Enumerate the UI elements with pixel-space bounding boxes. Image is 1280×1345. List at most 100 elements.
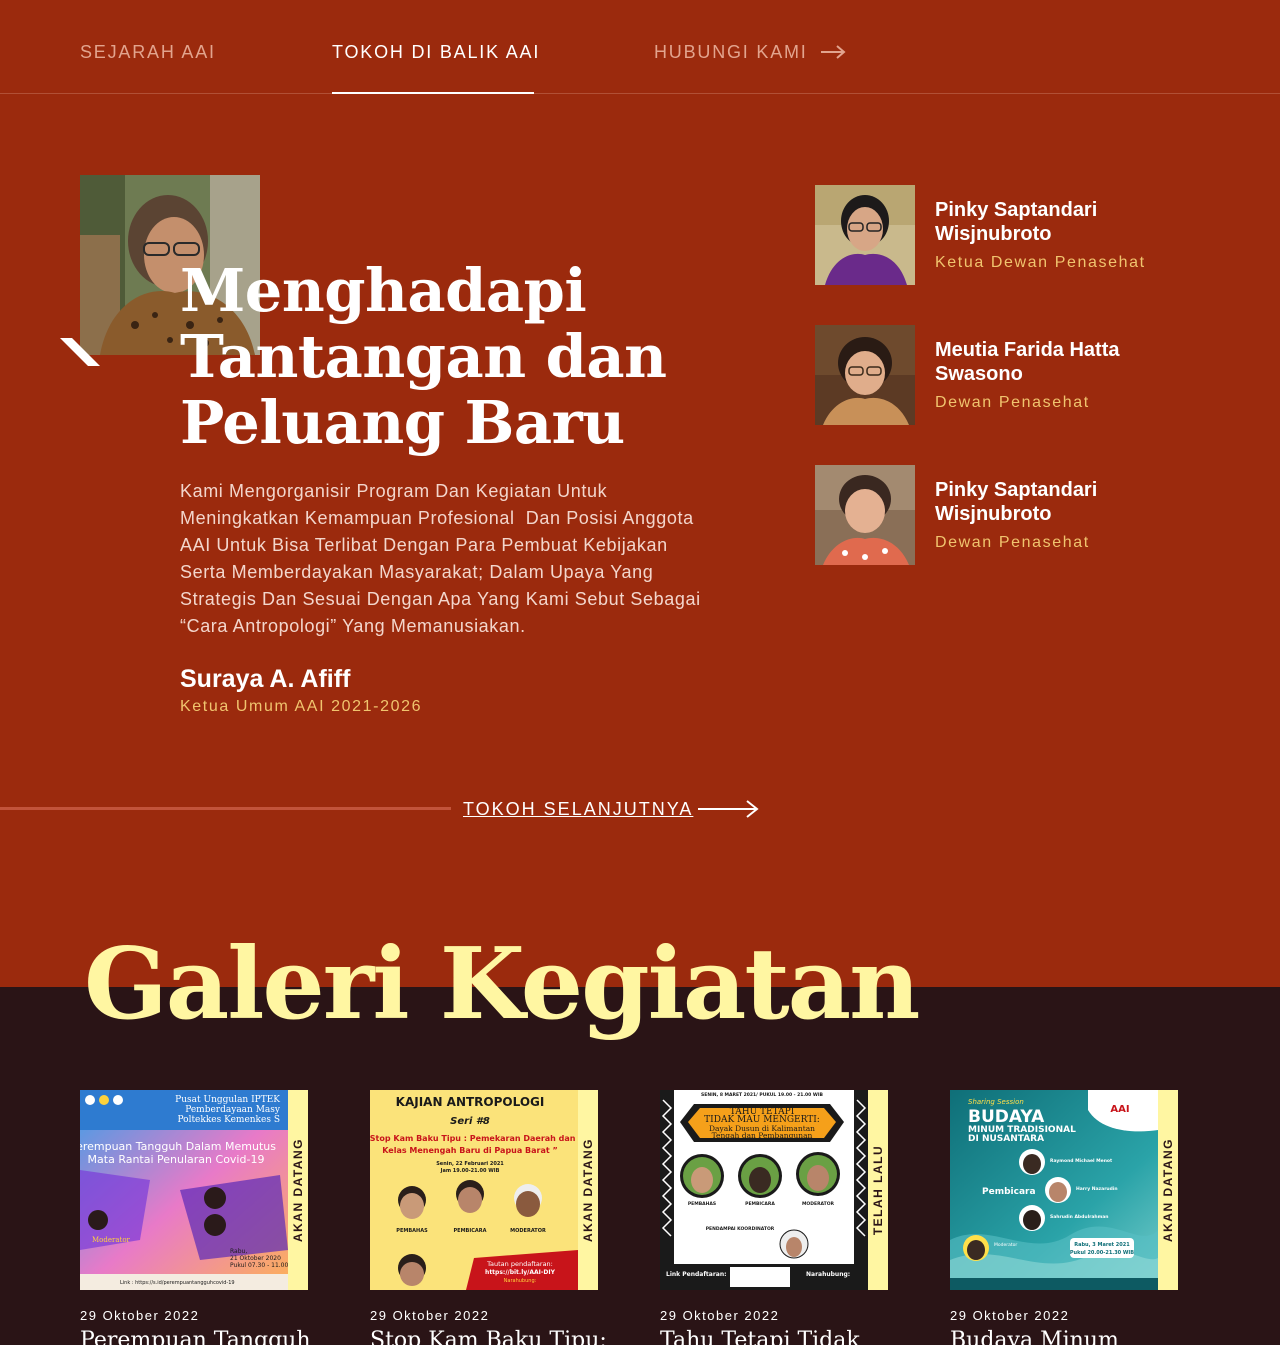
figure-name-line: Meutia Farida Hatta	[935, 339, 1120, 361]
poster-text: Narahubung:	[806, 1271, 850, 1278]
figure-name-line: Pinky Saptandari	[935, 199, 1098, 221]
figure-name: Pinky Saptandari Wisjnubroto	[935, 198, 1195, 246]
poster-text: AAI	[1110, 1104, 1129, 1115]
poster-text: Jam 19.00-21.00 WIB	[440, 1168, 500, 1174]
description-line: Strategis Dan Sesuai Dengan Apa Yang Kam…	[180, 589, 701, 609]
next-figure-button[interactable]: TOKOH SELANJUTNYA	[463, 798, 693, 820]
poster-text: PEMBAHAS	[396, 1228, 428, 1234]
poster-text: BUDAYA	[968, 1107, 1045, 1127]
hero-title-line: Tantangan dan	[180, 322, 667, 391]
figure-name: Meutia Farida Hatta Swasono	[935, 338, 1195, 386]
poster-text: DI NUSANTARA	[968, 1134, 1044, 1144]
hero-person-name: Suraya A. Afiff	[180, 665, 351, 693]
poster-text: “Stop Kam Baku Tipu : Pemekaran Daerah d…	[370, 1134, 576, 1143]
poster-text: Pusat Unggulan IPTEK	[175, 1095, 280, 1105]
poster-text: Poltekkes Kemenkes S	[177, 1115, 280, 1125]
poster-text: Pukul 20.00-21.30 WIB	[1070, 1250, 1134, 1256]
figure-photo	[815, 325, 915, 425]
poster-text: Tengah dan Pembangunan	[712, 1131, 813, 1140]
poster-text: Pukul 07.30 - 11.00	[230, 1262, 288, 1269]
poster-text: Sharing Session	[968, 1098, 1024, 1106]
event-poster-image: SENIN, 8 MARET 2021/ PUKUL 19.00 - 21.00…	[660, 1090, 888, 1290]
event-status-label: AKAN DATANG	[581, 1137, 595, 1243]
figure-item[interactable]: Pinky Saptandari Wisjnubroto Ketua Dewan…	[815, 185, 1235, 285]
description-line: Meningkatkan Kemampuan Profesional Dan P…	[180, 508, 694, 528]
hero-description: Kami Mengorganisir Program Dan Kegiatan …	[180, 478, 740, 640]
event-status-tab: AKAN DATANG	[1158, 1090, 1178, 1290]
figure-name: Pinky Saptandari Wisjnubroto	[935, 478, 1195, 526]
poster-text: PEMBICARA	[454, 1228, 487, 1234]
poster-text: MODERATOR	[802, 1201, 835, 1207]
gallery-title: Galeri Kegiatan	[84, 927, 920, 1042]
event-date: 29 Oktober 2022	[80, 1308, 200, 1323]
event-status-tab: AKAN DATANG	[578, 1090, 598, 1290]
poster-text: SENIN, 8 MARET 2021/ PUKUL 19.00 - 21.00…	[701, 1092, 823, 1098]
figure-item[interactable]: Pinky Saptandari Wisjnubroto Dewan Penas…	[815, 465, 1235, 565]
event-date: 29 Oktober 2022	[950, 1308, 1070, 1323]
event-title[interactable]: Budaya Minum	[950, 1326, 1119, 1345]
poster-text: Link : https://s.id/perempuantangguhcovi…	[120, 1280, 235, 1286]
poster-text: Raymond Michael Menot	[1050, 1158, 1113, 1164]
event-poster-image: Sharing Session BUDAYA MINUM TRADISIONAL…	[950, 1090, 1178, 1290]
event-status-label: TELAH LALU	[871, 1144, 885, 1236]
event-title[interactable]: Tahu Tetapi Tidak	[660, 1326, 860, 1345]
poster-text: erempuan Tangguh Dalam Memutus	[80, 1140, 276, 1153]
active-tab-underline	[332, 92, 534, 94]
figure-role: Dewan Penasehat	[935, 534, 1090, 551]
event-date: 29 Oktober 2022	[370, 1308, 490, 1323]
hero-person-role: Ketua Umum AAI 2021-2026	[180, 698, 423, 715]
event-title[interactable]: Stop Kam Baku Tipu:	[370, 1326, 607, 1345]
event-status-label: AKAN DATANG	[291, 1137, 305, 1243]
poster-text: PEMBAHAS	[688, 1201, 716, 1207]
event-date: 29 Oktober 2022	[660, 1308, 780, 1323]
event-status-tab: AKAN DATANG	[288, 1090, 308, 1290]
description-line: “Cara Antropologi” Yang Memanusiakan.	[180, 616, 526, 636]
poster-text: Tautan pendaftaran:	[486, 1260, 553, 1268]
poster-text: Moderator	[994, 1242, 1017, 1248]
poster-text: Pemberdayaan Masy	[185, 1105, 281, 1115]
figure-role: Dewan Penasehat	[935, 394, 1090, 411]
hero-title: Menghadapi Tantangan dan Peluang Baru	[180, 258, 740, 456]
poster-text: PENDAMPAI KOORDINATOR	[706, 1226, 775, 1232]
arrow-right-icon[interactable]	[820, 44, 846, 60]
poster-text: Rabu, 3 Maret 2021	[1074, 1242, 1130, 1248]
hero-title-line: Menghadapi	[180, 256, 587, 325]
poster-text: KAJIAN ANTROPOLOGI	[396, 1095, 545, 1109]
event-status-tab: TELAH LALU	[868, 1090, 888, 1290]
poster-text: PEMBICARA	[745, 1201, 775, 1207]
nav-hubungi-kami[interactable]: HUBUNGI KAMI	[654, 40, 808, 64]
description-line: Serta Memberdayakan Masyarakat; Dalam Up…	[180, 562, 654, 582]
long-arrow-right-icon[interactable]	[697, 799, 759, 819]
poster-text: 21 Oktober 2020	[230, 1255, 281, 1262]
poster-text: Pembicara	[982, 1187, 1036, 1197]
poster-text: Kelas Menengah Baru di Papua Barat ”	[382, 1146, 558, 1155]
poster-text: Narahubung:	[504, 1278, 537, 1284]
poster-text: Mata Rantai Penularan Covid-19	[88, 1153, 265, 1166]
figure-item[interactable]: Meutia Farida Hatta Swasono Dewan Penase…	[815, 325, 1235, 425]
description-line: Kami Mengorganisir Program Dan Kegiatan …	[180, 481, 608, 501]
poster-text: Seri #8	[450, 1116, 490, 1127]
nav-tokoh-di-balik-aai[interactable]: TOKOH DI BALIK AAI	[332, 40, 540, 64]
poster-text: Rabu,	[230, 1248, 247, 1255]
hero-title-line: Peluang Baru	[180, 388, 625, 457]
poster-text: Link Pendaftaran:	[666, 1271, 727, 1278]
event-poster-image: Pusat Unggulan IPTEK Pemberdayaan Masy P…	[80, 1090, 308, 1290]
event-status-label: AKAN DATANG	[1161, 1137, 1175, 1243]
poster-text: Sahrudin Abdulrahman	[1050, 1214, 1109, 1220]
top-navigation: SEJARAH AAI TOKOH DI BALIK AAI HUBUNGI K…	[0, 0, 1280, 94]
poster-text: MODERATOR	[510, 1228, 546, 1234]
nav-sejarah-aai[interactable]: SEJARAH AAI	[80, 40, 216, 64]
figure-role: Ketua Dewan Penasehat	[935, 254, 1146, 271]
description-line: AAI Untuk Bisa Terlibat Dengan Para Pemb…	[180, 535, 668, 555]
figure-name-line: Pinky Saptandari	[935, 479, 1098, 501]
next-divider-line	[0, 807, 451, 810]
figure-photo	[815, 465, 915, 565]
event-title[interactable]: Perempuan Tangguh	[80, 1326, 311, 1345]
figure-photo	[815, 185, 915, 285]
event-poster-image: KAJIAN ANTROPOLOGI Seri #8 “Stop Kam Bak…	[370, 1090, 598, 1290]
decorative-slash-icon	[60, 338, 100, 366]
figure-name-line: Wisjnubroto	[935, 223, 1052, 245]
figure-name-line: Swasono	[935, 363, 1023, 385]
poster-text: Senin, 22 Februari 2021	[436, 1161, 504, 1167]
poster-text: https://bit.ly/AAI-DIY	[485, 1269, 556, 1276]
